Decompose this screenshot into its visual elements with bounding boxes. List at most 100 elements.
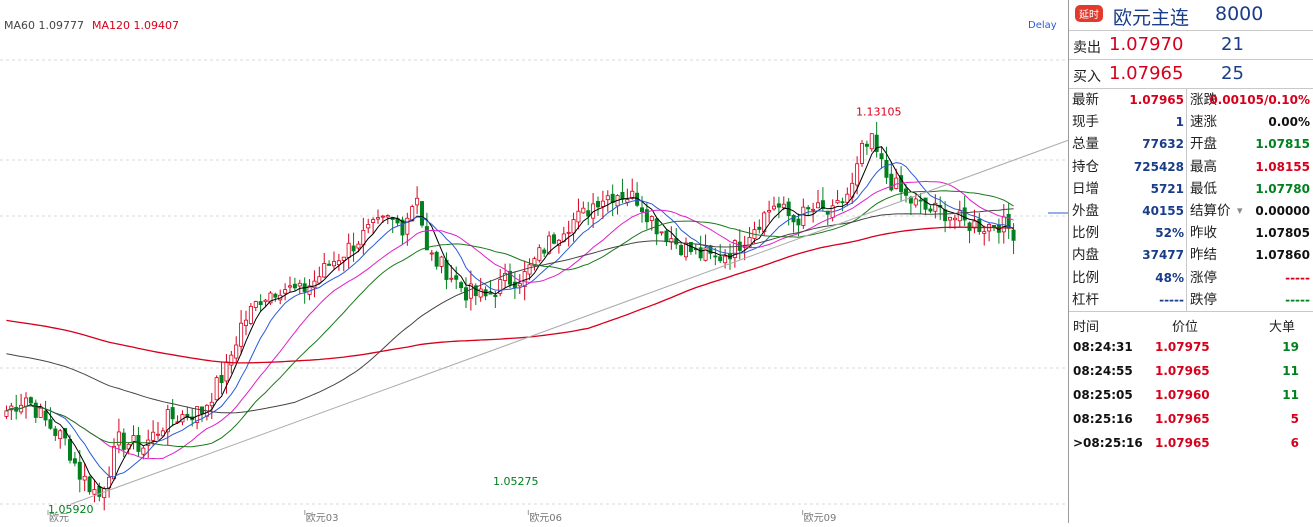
stat-value: 1.08155 bbox=[1255, 159, 1310, 174]
candle-body bbox=[781, 203, 786, 209]
contract-code: 8000 bbox=[1215, 3, 1264, 25]
trade-volume: 19 bbox=[1282, 340, 1299, 354]
stat-value: 1.07860 bbox=[1255, 248, 1310, 263]
candle-body bbox=[835, 200, 840, 204]
candle-body bbox=[791, 215, 796, 223]
trade-volume: 6 bbox=[1290, 436, 1299, 450]
candle-body bbox=[542, 249, 547, 254]
candle-body bbox=[72, 458, 77, 464]
ma5-line bbox=[6, 146, 1014, 490]
candle-body bbox=[463, 287, 468, 301]
candle-body bbox=[97, 486, 102, 497]
stat-row: 外盘 40155 bbox=[1069, 200, 1186, 222]
candle-body bbox=[596, 201, 601, 208]
ma120-line bbox=[6, 226, 1014, 364]
candle-body bbox=[33, 402, 38, 418]
stats-grid: 最新 1.07965 现手 1 总量 77632 持仓 725428 日增 5721 外盘 40155… bbox=[1069, 89, 1313, 312]
candle-body bbox=[879, 153, 884, 160]
sell-price: 1.07970 bbox=[1109, 34, 1184, 55]
candle-body bbox=[459, 282, 464, 289]
candle-body bbox=[552, 234, 557, 244]
low-annotation: 1.05275 bbox=[493, 475, 539, 488]
candle-body bbox=[488, 292, 493, 295]
candle-body bbox=[527, 264, 532, 275]
stat-label: 结算价 bbox=[1190, 202, 1231, 219]
candle-body bbox=[625, 199, 630, 203]
stat-value: 0.00% bbox=[1268, 115, 1310, 130]
x-tick-label: 欧元09 bbox=[804, 512, 837, 523]
x-tick-label: 欧元 bbox=[49, 512, 69, 523]
stat-label: 最高 bbox=[1190, 158, 1217, 175]
candle-body bbox=[952, 217, 957, 221]
candle-body bbox=[429, 252, 434, 255]
candle-body bbox=[811, 208, 816, 211]
candle-body bbox=[796, 218, 801, 226]
candle-body bbox=[581, 207, 586, 214]
candle-body bbox=[419, 201, 424, 226]
stat-row: 日增 5721 bbox=[1069, 178, 1186, 200]
candle-body bbox=[860, 142, 865, 164]
candle-body bbox=[713, 255, 718, 258]
stat-label: 内盘 bbox=[1072, 247, 1099, 264]
buy-row: 买入 1.07965 25 bbox=[1069, 60, 1313, 89]
trade-time: >08:25:16 bbox=[1073, 436, 1143, 450]
quote-panel: 延时 欧元主连 8000 卖出 1.07970 21 买入 1.07965 25… bbox=[1068, 0, 1313, 523]
candle-body bbox=[283, 289, 288, 294]
candle-body bbox=[864, 143, 869, 147]
candle-body bbox=[522, 271, 527, 287]
candle-body bbox=[273, 293, 278, 298]
candle-body bbox=[698, 247, 703, 259]
candle-body bbox=[894, 177, 899, 189]
stat-label: 速涨 bbox=[1190, 114, 1217, 131]
stats-right: 涨跌 0.00105/0.10% 速涨 0.00% 开盘 1.07815 最高 1.08155… bbox=[1187, 89, 1312, 311]
candle-body bbox=[884, 159, 889, 178]
high-annotation: 1.13105 bbox=[856, 106, 902, 119]
trade-volume: 11 bbox=[1282, 388, 1299, 402]
trade-price: 1.07965 bbox=[1155, 412, 1210, 426]
chart-canvas[interactable]: 1.059201.052751.13105欧元 欧元03 欧元06 欧元09 bbox=[0, 0, 1069, 524]
candle-body bbox=[346, 242, 351, 259]
stat-label: 日增 bbox=[1072, 180, 1099, 197]
candle-body bbox=[913, 198, 918, 206]
candle-body bbox=[371, 219, 376, 223]
candle-body bbox=[640, 207, 645, 213]
candle-body bbox=[659, 231, 664, 234]
delay-label: Delay bbox=[1028, 20, 1057, 31]
candle-body bbox=[28, 397, 33, 404]
candle-body bbox=[312, 280, 317, 289]
candle-body bbox=[434, 251, 439, 267]
candle-body bbox=[767, 210, 772, 213]
stat-value: 1.07780 bbox=[1255, 181, 1310, 196]
candle-body bbox=[405, 217, 410, 235]
stat-row: 开盘 1.07815 bbox=[1187, 133, 1312, 155]
stats-left: 最新 1.07965 现手 1 总量 77632 持仓 725428 日增 5721 外盘 40155… bbox=[1069, 89, 1186, 311]
candle-body bbox=[723, 255, 728, 264]
stat-value: 5721 bbox=[1150, 181, 1184, 196]
buy-volume: 25 bbox=[1221, 63, 1244, 84]
candle-body bbox=[918, 199, 923, 202]
candle-body bbox=[571, 219, 576, 234]
candle-body bbox=[102, 488, 107, 499]
candle-body bbox=[224, 361, 229, 382]
stat-label: 昨收 bbox=[1190, 225, 1217, 242]
candle-body bbox=[170, 407, 175, 420]
candle-body bbox=[38, 407, 43, 418]
candle-body bbox=[258, 301, 263, 306]
stat-label: 外盘 bbox=[1072, 202, 1099, 219]
stat-row: 持仓 725428 bbox=[1069, 156, 1186, 178]
ma120-legend: MA120 1.09407 bbox=[92, 19, 180, 32]
stat-row: 杠杆 ----- bbox=[1069, 289, 1186, 311]
stat-row: 跌停 ----- bbox=[1187, 289, 1312, 311]
candle-body bbox=[576, 210, 581, 223]
contract-title: 欧元主连 bbox=[1113, 7, 1190, 29]
stat-label: 比例 bbox=[1072, 225, 1099, 242]
candle-body bbox=[923, 197, 928, 210]
candlestick-chart[interactable]: 1.05920 1.05275 1.13105 欧元 欧元03 欧元06 欧元09 MA60… bbox=[0, 0, 1069, 524]
dropdown-arrow-icon[interactable]: ▾ bbox=[1237, 200, 1243, 222]
candle-body bbox=[454, 275, 459, 280]
stat-value: ----- bbox=[1285, 270, 1310, 285]
candle-body bbox=[718, 256, 723, 262]
candle-body bbox=[43, 410, 48, 421]
candle-body bbox=[366, 224, 371, 229]
stat-label: 总量 bbox=[1072, 136, 1099, 153]
